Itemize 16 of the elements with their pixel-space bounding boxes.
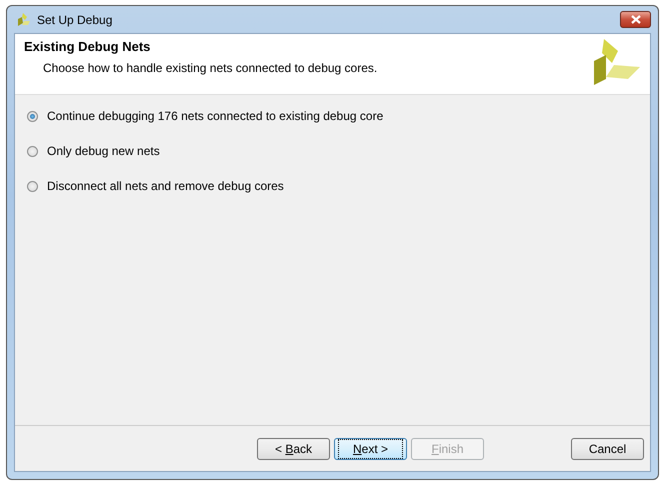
dialog-button[interactable]: Next > — [334, 438, 407, 460]
window-title: Set Up Debug — [37, 12, 112, 26]
radio-button[interactable] — [27, 180, 38, 192]
logo-icon — [592, 39, 640, 87]
option-label[interactable]: Disconnect all nets and remove debug cores — [47, 179, 284, 193]
option-label[interactable]: Only debug new nets — [47, 144, 160, 158]
radio-button[interactable] — [27, 110, 38, 122]
close-icon — [630, 15, 640, 24]
option-label[interactable]: Continue debugging 176 nets connected to existing debug core — [47, 109, 384, 123]
page-title: Existing Debug Nets — [24, 39, 152, 54]
dialog-button[interactable]: Cancel — [571, 438, 644, 460]
radio-button[interactable] — [27, 146, 38, 156]
dialog-button[interactable]: < Back — [257, 438, 330, 460]
page-subtitle: Choose how to handle existing nets connected to debug cores. — [43, 61, 378, 75]
app-logo-icon — [16, 12, 32, 28]
close-button[interactable] — [620, 11, 651, 28]
